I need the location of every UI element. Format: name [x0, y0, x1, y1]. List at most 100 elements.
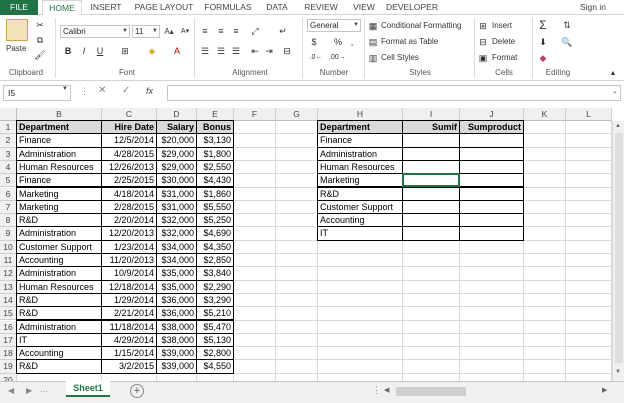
sign-in-link[interactable]: Sign in [580, 0, 606, 15]
delete-cells-button[interactable]: Delete [492, 37, 515, 46]
scroll-thumb[interactable] [615, 133, 623, 363]
row-header-4[interactable]: 4 [0, 160, 17, 175]
row-header-19[interactable]: 19 [0, 360, 17, 374]
paste-icon[interactable] [6, 19, 28, 41]
vertical-scrollbar[interactable]: ▲ ▼ [612, 121, 624, 381]
tab-page-layout[interactable]: PAGE LAYOUT [132, 0, 196, 15]
cell-styles-button[interactable]: Cell Styles [381, 53, 419, 62]
orientation-icon[interactable]: ⤢ [248, 25, 262, 37]
row-header-3[interactable]: 3 [0, 147, 17, 161]
copy-icon[interactable]: ⧉ [33, 34, 47, 46]
row-header-13[interactable]: 13 [0, 280, 17, 294]
find-select-icon[interactable]: 🔍 [560, 36, 574, 48]
align-middle-icon[interactable]: ≡ [214, 25, 228, 37]
formula-input[interactable] [167, 85, 621, 101]
row-header-1[interactable]: 1 [0, 121, 17, 135]
paste-button[interactable]: Paste [6, 44, 26, 53]
tab-view[interactable]: VIEW [348, 0, 380, 15]
row-header-12[interactable]: 12 [0, 267, 17, 281]
tab-developer[interactable]: DEVELOPER [386, 0, 438, 15]
increase-indent-icon[interactable]: ⇥ [262, 45, 276, 57]
row-header-16[interactable]: 16 [0, 320, 17, 334]
decrease-indent-icon[interactable]: ⇤ [248, 45, 262, 57]
tab-file[interactable]: FILE [0, 0, 38, 15]
row-header-17[interactable]: 17 [0, 333, 17, 348]
clear-icon[interactable]: ◆ [536, 52, 550, 64]
row-header-11[interactable]: 11 [0, 254, 17, 268]
format-painter-icon[interactable]: 🖌 [33, 49, 47, 61]
tab-formulas[interactable]: FORMULAS [200, 0, 256, 15]
conditional-formatting-button[interactable]: Conditional Formatting [381, 21, 461, 30]
scroll-right-icon[interactable]: ▶ [602, 386, 607, 394]
expand-formula-icon[interactable]: ⌄ [612, 87, 618, 95]
row-header-7[interactable]: 7 [0, 200, 17, 215]
decrease-decimal-icon[interactable]: .00→ [329, 52, 346, 64]
name-box[interactable]: I5 [3, 85, 71, 101]
insert-cells-button[interactable]: Insert [492, 21, 512, 30]
tab-review[interactable]: REVIEW [300, 0, 342, 15]
font-size-dropdown[interactable]: 11 ▼ [132, 25, 160, 38]
format-cells-button[interactable]: Format [492, 53, 517, 62]
row-header-5[interactable]: 5 [0, 174, 17, 188]
row-header-18[interactable]: 18 [0, 347, 17, 361]
row-header-6[interactable]: 6 [0, 187, 17, 201]
row-header-14[interactable]: 14 [0, 293, 17, 308]
format-as-table-button[interactable]: Format as Table [381, 37, 438, 46]
cell-border [196, 186, 234, 201]
column-header-l[interactable]: L [566, 108, 612, 121]
currency-button[interactable]: $ [307, 36, 321, 48]
chevron-down-icon[interactable]: ▼ [62, 86, 68, 92]
sheet-tab-sheet1[interactable]: Sheet1 [66, 381, 110, 397]
column-header-k[interactable]: K [524, 108, 566, 121]
merge-center-icon[interactable]: ⊟ [280, 45, 294, 57]
align-left-icon[interactable]: ☰ [198, 45, 212, 57]
align-center-icon[interactable]: ☰ [214, 45, 228, 57]
decrease-font-icon[interactable]: A▾ [178, 26, 192, 38]
italic-button[interactable]: I [77, 45, 91, 57]
underline-button[interactable]: U [93, 45, 107, 57]
percent-button[interactable]: % [331, 36, 345, 48]
font-name-value: Calibri [63, 27, 86, 36]
row-header-9[interactable]: 9 [0, 227, 17, 241]
insert-function-icon[interactable]: fx [146, 86, 153, 96]
prev-sheet-icon[interactable]: ◀ [8, 386, 14, 395]
align-bottom-icon[interactable]: ≡ [229, 25, 243, 37]
scroll-left-icon[interactable]: ◀ [384, 386, 389, 394]
row-header-10[interactable]: 10 [0, 240, 17, 254]
borders-icon[interactable]: ⊞ [118, 45, 132, 57]
column-header-f[interactable]: F [234, 108, 276, 121]
row-header-15[interactable]: 15 [0, 307, 17, 321]
increase-decimal-icon[interactable]: .0← [309, 52, 323, 64]
selected-cell[interactable] [402, 173, 460, 188]
horizontal-scroll-thumb[interactable] [396, 387, 466, 396]
wrap-text-icon[interactable]: ↵ [276, 25, 290, 37]
column-header-g[interactable]: G [276, 108, 318, 121]
row-header-8[interactable]: 8 [0, 214, 17, 228]
select-all-corner[interactable] [0, 108, 17, 121]
collapse-ribbon-icon[interactable]: ▲ [606, 68, 620, 80]
tab-home[interactable]: HOME [42, 0, 82, 15]
number-format-dropdown[interactable]: General ▼ [307, 19, 361, 32]
font-color-icon[interactable]: A [170, 45, 184, 57]
enter-icon[interactable]: ✓ [122, 85, 130, 96]
font-name-dropdown[interactable]: Calibri ▼ [60, 25, 130, 38]
row-header-2[interactable]: 2 [0, 134, 17, 148]
fill-color-icon[interactable]: ◈ [145, 45, 159, 57]
autosum-icon[interactable]: Σ [536, 19, 550, 31]
more-sheets-icon[interactable]: … [40, 385, 48, 394]
align-right-icon[interactable]: ☰ [229, 45, 243, 57]
new-sheet-icon[interactable]: + [130, 384, 144, 398]
tab-insert[interactable]: INSERT [86, 0, 126, 15]
scroll-down-icon[interactable]: ▼ [615, 369, 621, 375]
comma-button[interactable]: , [345, 36, 359, 48]
scroll-up-icon[interactable]: ▲ [615, 123, 621, 129]
sort-filter-icon[interactable]: ⇅ [560, 19, 574, 31]
next-sheet-icon[interactable]: ▶ [26, 386, 32, 395]
increase-font-icon[interactable]: A▴ [162, 26, 176, 38]
bold-button[interactable]: B [61, 45, 75, 57]
fill-icon[interactable]: ⬇ [536, 36, 550, 48]
cut-icon[interactable]: ✂ [33, 19, 47, 31]
tab-data[interactable]: DATA [260, 0, 294, 15]
cancel-icon[interactable]: ✕ [98, 85, 106, 96]
align-top-icon[interactable]: ≡ [198, 25, 212, 37]
